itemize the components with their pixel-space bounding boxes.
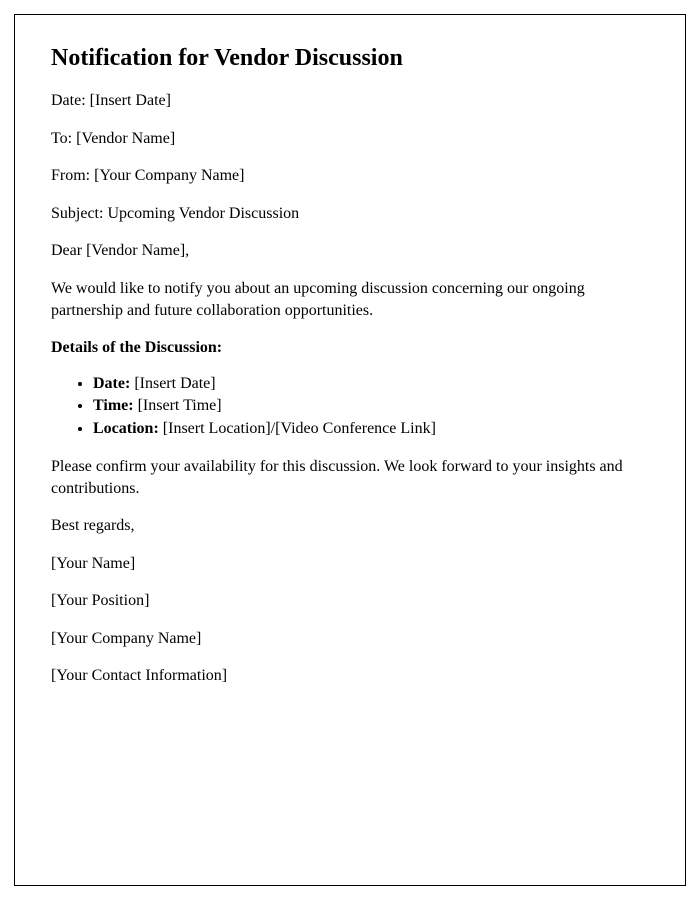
detail-location-value: [Insert Location]/[Video Conference Link…	[159, 420, 436, 437]
detail-time: Time: [Insert Time]	[93, 395, 649, 417]
to-label: To:	[51, 130, 76, 147]
document-container: Notification for Vendor Discussion Date:…	[14, 14, 686, 886]
date-line: Date: [Insert Date]	[51, 90, 649, 112]
document-title: Notification for Vendor Discussion	[51, 45, 649, 72]
details-list: Date: [Insert Date] Time: [Insert Time] …	[93, 373, 649, 440]
to-line: To: [Vendor Name]	[51, 128, 649, 150]
signature-position: [Your Position]	[51, 590, 649, 612]
signoff: Best regards,	[51, 515, 649, 537]
detail-time-label: Time:	[93, 397, 134, 414]
signature-company: [Your Company Name]	[51, 628, 649, 650]
from-value: [Your Company Name]	[94, 167, 244, 184]
detail-location-label: Location:	[93, 420, 159, 437]
from-line: From: [Your Company Name]	[51, 165, 649, 187]
from-label: From:	[51, 167, 94, 184]
detail-date-value: [Insert Date]	[130, 375, 215, 392]
subject-label: Subject:	[51, 205, 107, 222]
signature-contact: [Your Contact Information]	[51, 665, 649, 687]
to-value: [Vendor Name]	[76, 130, 175, 147]
intro-paragraph: We would like to notify you about an upc…	[51, 278, 649, 321]
date-label: Date:	[51, 92, 90, 109]
detail-date: Date: [Insert Date]	[93, 373, 649, 395]
detail-date-label: Date:	[93, 375, 130, 392]
signature-name: [Your Name]	[51, 553, 649, 575]
detail-time-value: [Insert Time]	[134, 397, 222, 414]
subject-value: Upcoming Vendor Discussion	[107, 205, 299, 222]
date-value: [Insert Date]	[90, 92, 171, 109]
details-heading: Details of the Discussion:	[51, 337, 649, 359]
salutation: Dear [Vendor Name],	[51, 240, 649, 262]
closing-request: Please confirm your availability for thi…	[51, 456, 649, 499]
detail-location: Location: [Insert Location]/[Video Confe…	[93, 418, 649, 440]
subject-line: Subject: Upcoming Vendor Discussion	[51, 203, 649, 225]
